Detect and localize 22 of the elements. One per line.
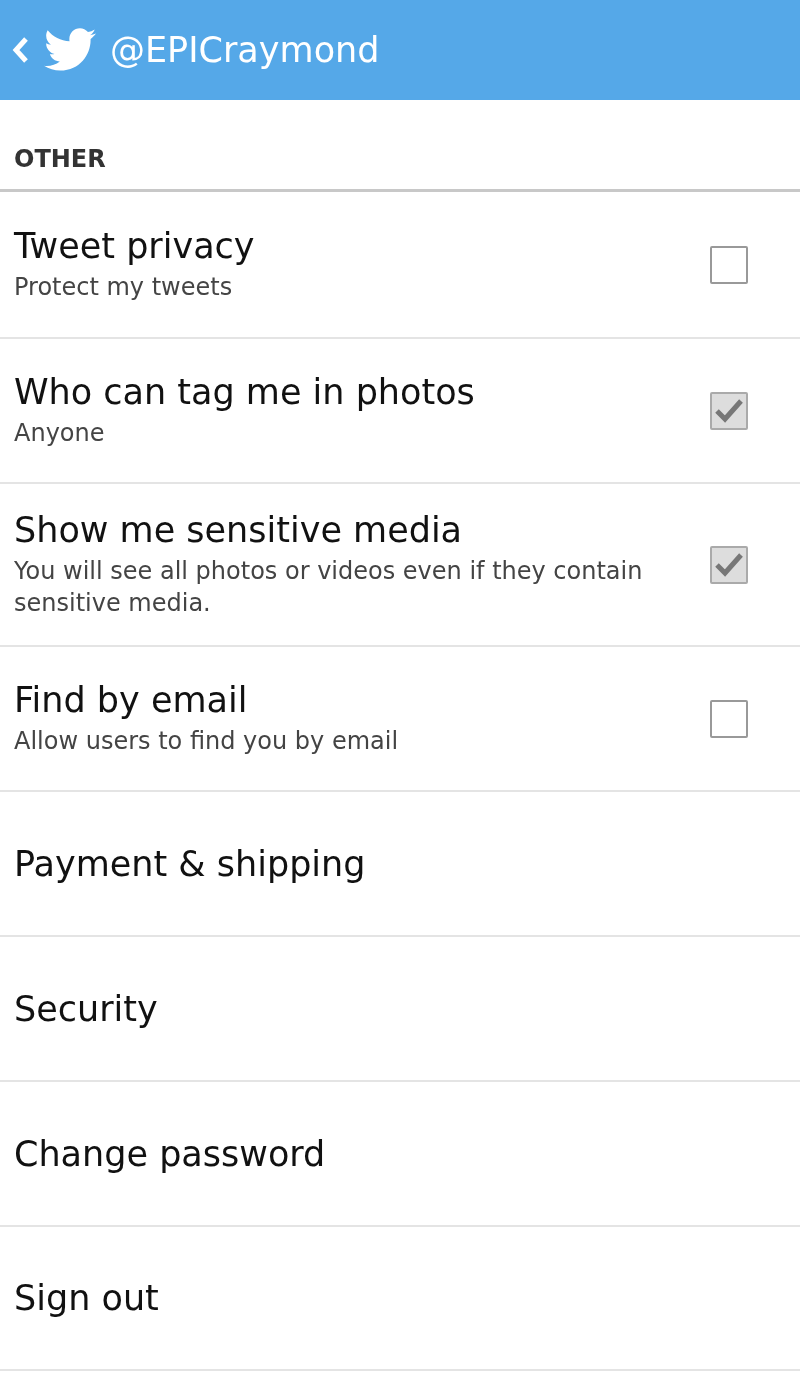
setting-description: You will see all photos or videos even if they contain sensitive media.	[14, 556, 644, 619]
setting-description: Allow users to find you by email	[14, 725, 400, 757]
menu-item[interactable]: Change password	[0, 1082, 800, 1227]
back-icon[interactable]	[12, 36, 30, 64]
check-icon	[714, 551, 744, 578]
menu-item[interactable]: Security	[0, 937, 800, 1082]
checkbox[interactable]	[710, 245, 748, 284]
setting-title: Who can tag me in photos	[14, 371, 476, 412]
setting-description: Protect my tweets	[14, 271, 234, 303]
menu-item[interactable]: Sign out	[0, 1227, 800, 1371]
setting-title: Show me sensitive media	[14, 510, 464, 551]
checkbox[interactable]	[710, 545, 748, 584]
setting-title: Find by email	[14, 679, 249, 720]
check-icon	[714, 397, 744, 424]
bird-icon	[44, 28, 96, 72]
checkbox[interactable]	[710, 699, 748, 738]
checkbox[interactable]	[710, 391, 748, 430]
account-title: @EPICraymond	[110, 30, 380, 70]
setting-description: Anyone	[14, 417, 106, 449]
section-title: OTHER	[14, 145, 106, 173]
setting-title: Tweet privacy	[14, 225, 256, 266]
menu-item[interactable]: Payment & shipping	[0, 792, 800, 937]
